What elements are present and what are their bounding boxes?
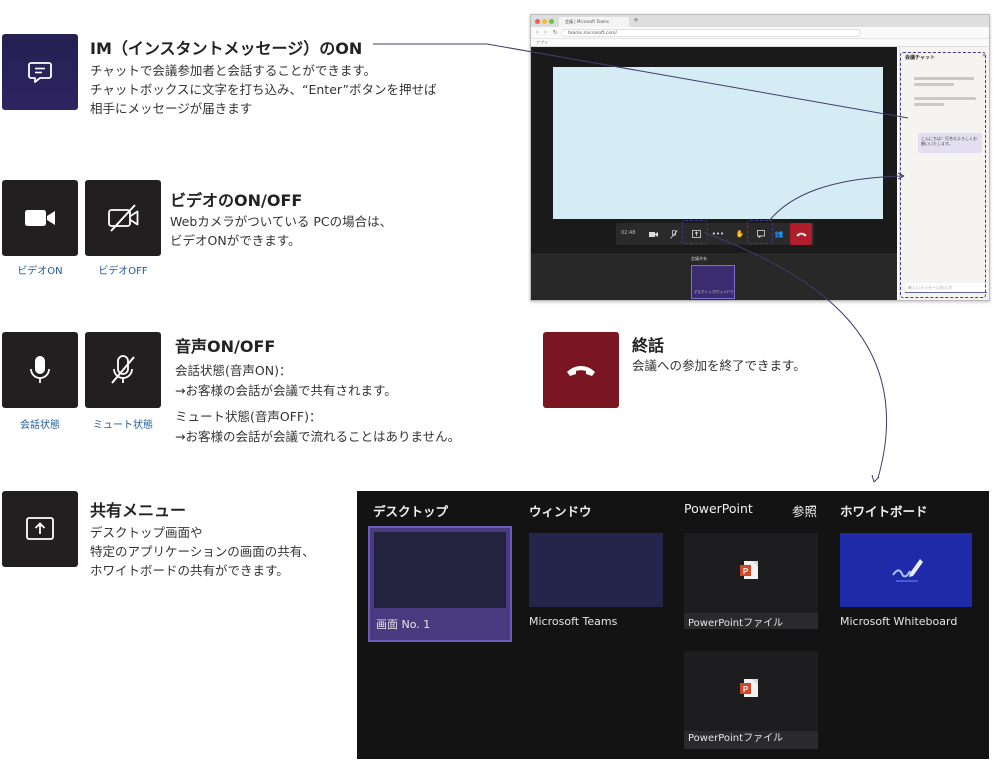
meeting-stage [553,67,883,219]
ctrl-raise-hand-icon[interactable]: ✋ [733,227,747,241]
share-col-whiteboard[interactable]: ホワイトボード [840,501,928,520]
share-desc-3: ホワイトボードの共有ができます。 [90,563,289,578]
mic-off-tile[interactable] [85,332,161,408]
close-window-dot[interactable] [535,19,540,24]
bookmarks-bar[interactable]: アプリ [531,39,989,47]
share-col-powerpoint[interactable]: PowerPoint [684,501,753,516]
im-title: IM（インスタントメッセージ）のON [90,39,363,58]
share-screen-icon [26,517,54,540]
microphone-off-icon [111,355,135,384]
share-item-whiteboard[interactable]: Microsoft Whiteboard [840,533,972,639]
microphone-icon [30,356,50,383]
svg-text:P: P [743,685,749,694]
audio-desc-1: 会話状態(音声ON)： [175,363,292,378]
share-desc-1: デスクトップ画面や [90,525,203,540]
teams-window-label: Microsoft Teams [529,615,618,628]
video-off-caption: ビデオOFF [98,266,148,277]
share-col-desktop[interactable]: デスクトップ [373,501,448,520]
video-title: ビデオのON/OFF [170,191,303,210]
minimize-window-dot[interactable] [542,19,547,24]
whiteboard-label: Microsoft Whiteboard [840,615,958,628]
share-col-window[interactable]: ウィンドウ [529,501,592,520]
meeting-timer: 02:48 [621,230,636,236]
im-desc-1: チャットで会議参加者と会話することができます。 [90,63,377,78]
mic-on-tile[interactable] [2,332,78,408]
im-desc-2: チャットボックスに文字を打ち込み、“Enter”ボタンを押せば [90,82,437,97]
screen1-label: 画面 No. 1 [376,618,431,631]
share-menu-panel: デスクトップ ウィンドウ PowerPoint 参照 ホワイトボード 画面 No… [357,491,989,759]
audio-title: 音声ON/OFF [175,337,276,356]
hangup-tile[interactable] [543,332,619,408]
ctrl-hangup-icon[interactable] [790,223,812,245]
share-item-ppt2[interactable]: P PowerPointファイル [684,651,818,749]
mic-on-caption: 会話状態 [20,420,60,431]
mic-off-caption: ミュート状態 [93,420,153,431]
hangup-desc: 会議への参加を終了できます。 [632,358,806,373]
ppt2-label: PowerPointファイル [688,733,784,744]
browser-tab-bar: 会議 | Microsoft Teams + [531,15,989,27]
share-browse-link[interactable]: 参照 [792,501,817,520]
chat-button-highlight [747,220,773,244]
whiteboard-thumbnail [840,533,972,607]
powerpoint-file-icon: P [740,679,758,697]
url-field[interactable]: teams.microsoft.com/ [561,29,861,37]
powerpoint-file-icon: P [740,561,758,579]
phone-hangup-icon [567,366,595,376]
video-on-tile[interactable] [2,180,78,256]
meeting-control-bar: 02:48 ••• ✋ 👥 [616,223,814,245]
im-desc-3: 相手にメッセージが届きます [90,101,253,116]
ppt1-label: PowerPointファイル [688,618,784,629]
video-on-caption: ビデオON [17,266,63,277]
share-title: 共有メニュー [90,501,187,520]
screen1-thumbnail [374,532,506,608]
whiteboard-icon [892,559,923,582]
teams-window-thumbnail [529,533,663,607]
browser-tab[interactable]: 会議 | Microsoft Teams [559,17,629,27]
share-strip-label: 会議共有 [691,256,707,261]
chat-tile[interactable] [2,34,78,110]
ctrl-participants-icon[interactable]: 👥 [772,227,786,241]
video-desc-2: ビデオONができます。 [170,233,301,248]
meeting-area: 02:48 ••• ✋ 👥 会議共有 デスクトップ/ウィンドウ [531,47,897,300]
share-item-teams-window[interactable]: Microsoft Teams [529,533,663,639]
audio-desc-3: ミュート状態(音声OFF)： [175,409,322,424]
share-tile[interactable] [2,491,78,567]
video-camera-icon [25,210,55,226]
video-off-tile[interactable] [85,180,161,256]
share-strip-thumb[interactable]: デスクトップ/ウィンドウ [691,265,735,299]
video-off-icon [108,204,139,232]
ctrl-video-icon[interactable] [646,227,660,241]
audio-desc-2: →お客様の会話が会議で共有されます。 [175,383,397,398]
audio-desc-4: →お客様の会話が会議で流れることはありません。 [175,429,461,444]
share-strip-thumb-label: デスクトップ/ウィンドウ [694,290,734,294]
share-button-highlight [682,220,708,244]
share-item-ppt1[interactable]: P PowerPointファイル [684,533,818,629]
share-desc-2: 特定のアプリケーションの画面の共有、 [90,544,315,559]
hangup-title: 終話 [632,336,665,355]
video-desc-1: Webカメラがついている PCの場合は、 [170,214,393,229]
share-connector-arrowhead [871,474,880,483]
ctrl-mic-off-icon[interactable] [667,227,681,241]
chat-panel-highlight [900,52,986,298]
browser-url-bar: ‹ › ↻ teams.microsoft.com/ [531,27,989,39]
maximize-window-dot[interactable] [549,19,554,24]
ctrl-more-icon[interactable]: ••• [711,227,725,241]
new-tab-button[interactable]: + [633,16,639,24]
browser-nav-icons[interactable]: ‹ › ↻ [536,29,560,36]
svg-text:P: P [743,567,749,576]
share-item-screen1[interactable]: 画面 No. 1 [368,526,512,642]
chat-icon [28,62,52,83]
